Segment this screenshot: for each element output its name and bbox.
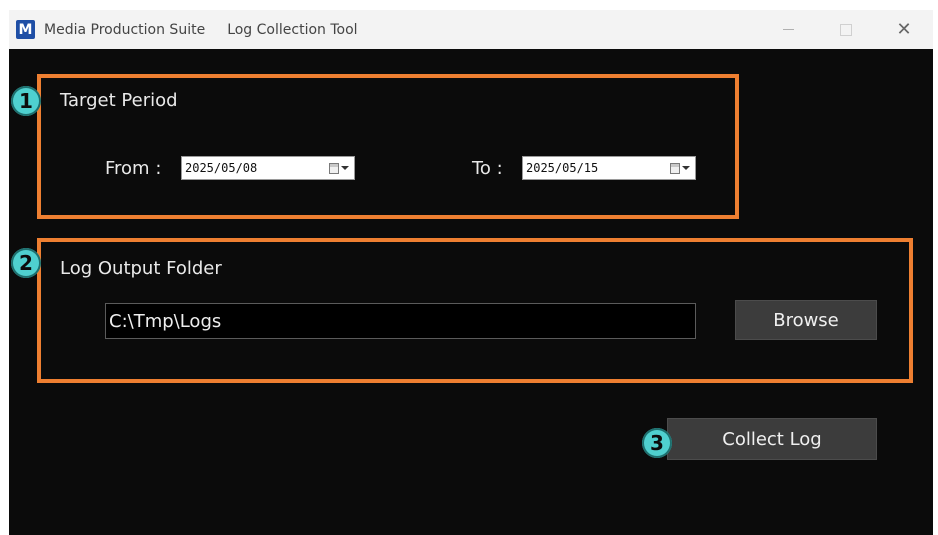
to-date-picker[interactable]: 2025/05/15 [522,156,696,180]
app-logo-icon: M [16,20,35,39]
window-title: Log Collection Tool [227,21,358,38]
log-collection-window: M Media Production Suite Log Collection … [9,10,933,535]
browse-button[interactable]: Browse [735,300,877,340]
to-date-value: 2025/05/15 [526,161,599,175]
target-period-heading: Target Period [60,90,178,111]
collect-log-button[interactable]: Collect Log [667,418,877,460]
title-bar: M Media Production Suite Log Collection … [9,10,933,49]
step-1-badge: 1 [11,86,41,116]
to-label: To : [472,158,503,179]
output-folder-heading: Log Output Folder [60,258,222,279]
to-calendar-button[interactable] [665,157,695,179]
calendar-icon [670,162,680,174]
maximize-icon [840,23,852,36]
maximize-button[interactable] [817,10,875,49]
output-folder-input[interactable]: C:\Tmp\Logs [105,303,696,339]
step-2-badge: 2 [11,248,41,278]
window-controls: ✕ [759,10,933,49]
chevron-down-icon [682,166,690,170]
minimize-button[interactable] [759,10,817,49]
from-date-value: 2025/05/08 [185,161,258,175]
calendar-icon [329,162,339,174]
close-button[interactable]: ✕ [875,10,933,49]
from-calendar-button[interactable] [324,157,354,179]
chevron-down-icon [341,166,349,170]
minimize-icon [782,29,794,30]
step-3-badge: 3 [642,428,672,458]
from-label: From : [105,158,162,179]
close-icon: ✕ [896,19,912,40]
app-name: Media Production Suite [44,21,206,38]
from-date-picker[interactable]: 2025/05/08 [181,156,355,180]
